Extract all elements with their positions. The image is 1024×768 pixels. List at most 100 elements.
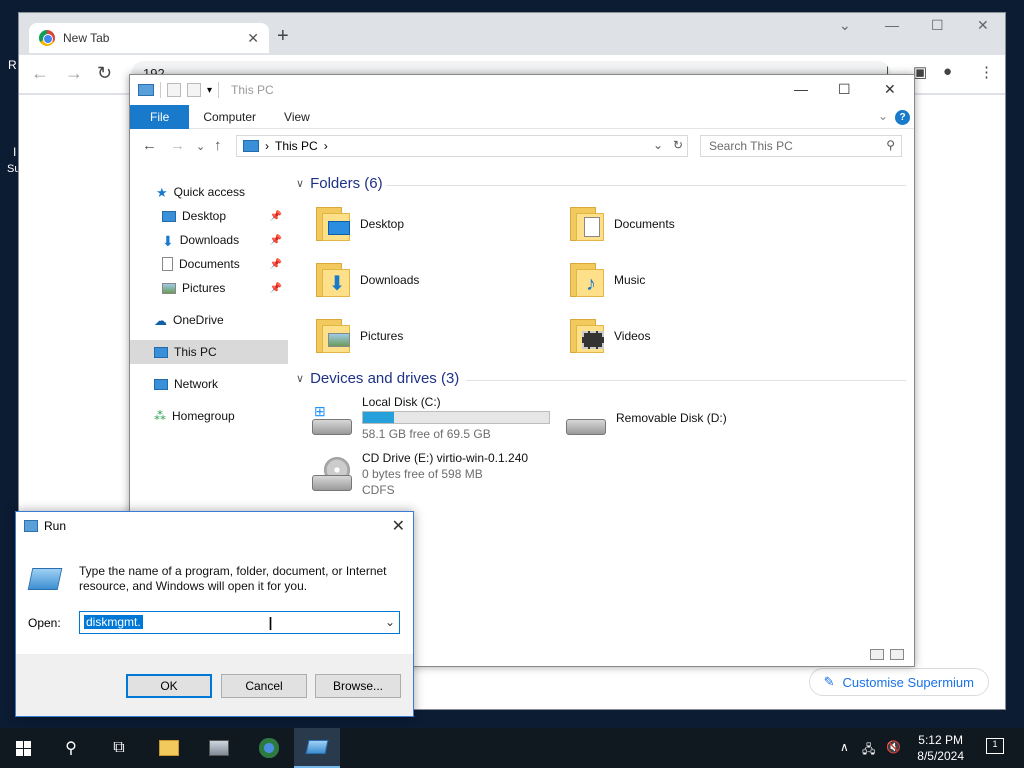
profile-icon[interactable]: ● xyxy=(943,63,952,80)
collapse-icon[interactable]: ∨ xyxy=(296,372,304,385)
pictures-folder-icon xyxy=(314,317,352,355)
taskbar-run[interactable] xyxy=(294,728,340,768)
up-icon[interactable]: ↑ xyxy=(214,137,222,154)
chevron-right-icon[interactable]: › xyxy=(265,139,269,153)
pin-icon[interactable]: 📌 xyxy=(270,235,282,246)
properties-icon[interactable] xyxy=(167,83,181,97)
nav-network[interactable]: Network xyxy=(130,372,288,396)
nav-downloads[interactable]: ⬇ Downloads 📌 xyxy=(130,228,288,252)
drive-c[interactable]: ⊞ Local Disk (C:) 58.1 GB free of 69.5 G… xyxy=(310,395,570,447)
close-tab-icon[interactable]: ✕ xyxy=(247,30,259,47)
side-panel-icon[interactable]: ▣ xyxy=(913,63,927,81)
clock-date: 8/5/2024 xyxy=(917,749,964,763)
folder-music[interactable]: ♪ Music xyxy=(568,255,808,305)
refresh-icon[interactable]: ↻ xyxy=(673,138,683,152)
nav-documents[interactable]: Documents 📌 xyxy=(130,252,288,276)
drive-d[interactable]: Removable Disk (D:) xyxy=(564,395,824,447)
folder-pictures[interactable]: Pictures xyxy=(314,311,554,361)
taskbar-browser[interactable] xyxy=(246,728,292,768)
nav-quick-access[interactable]: ★ Quick access xyxy=(130,180,288,204)
run-description: Type the name of a program, folder, docu… xyxy=(79,564,387,593)
close-button[interactable]: ✕ xyxy=(884,81,896,98)
search-icon[interactable]: ⚲ xyxy=(48,728,94,768)
reload-icon[interactable]: ↻ xyxy=(97,63,112,84)
browse-button[interactable]: Browse... xyxy=(315,674,401,698)
tab-file[interactable]: File xyxy=(130,104,190,129)
expand-ribbon-icon[interactable]: ⌄ xyxy=(878,109,888,123)
minimize-button[interactable]: — xyxy=(885,17,899,33)
search-placeholder: Search This PC xyxy=(709,139,793,153)
forward-icon[interactable]: → xyxy=(170,137,185,154)
maximize-button[interactable]: ☐ xyxy=(838,81,851,98)
address-bar[interactable]: › This PC › ⌄ ↻ xyxy=(236,135,688,157)
menu-icon[interactable]: ⋮ xyxy=(979,63,994,81)
desktop-icon xyxy=(162,210,176,222)
chevron-right-icon[interactable]: › xyxy=(324,139,328,153)
ok-button[interactable]: OK xyxy=(126,674,212,698)
nav-this-pc[interactable]: This PC xyxy=(130,340,288,364)
folder-videos[interactable]: Videos xyxy=(568,311,808,361)
clock[interactable]: 5:12 PM 8/5/2024 xyxy=(917,732,964,764)
tab-view[interactable]: View xyxy=(270,105,324,129)
show-hidden-icons-icon[interactable]: ∧ xyxy=(840,740,849,754)
close-button[interactable]: ✕ xyxy=(977,17,989,34)
customise-button[interactable]: ✎ Customise Supermium xyxy=(808,668,989,696)
breadcrumb-this-pc[interactable]: This PC xyxy=(275,139,318,153)
maximize-button[interactable]: ☐ xyxy=(931,17,944,34)
search-input[interactable]: Search This PC ⚲ xyxy=(700,135,902,157)
tab-new-tab[interactable]: New Tab ✕ xyxy=(29,23,269,53)
folder-documents[interactable]: Documents xyxy=(568,199,808,249)
tab-computer[interactable]: Computer xyxy=(189,105,270,129)
server-manager-icon xyxy=(209,740,229,756)
tab-search-icon[interactable]: ⌄ xyxy=(839,17,851,34)
task-view-icon[interactable]: ⧉ xyxy=(96,728,142,768)
drive-usage-fill xyxy=(363,412,394,423)
recent-locations-icon[interactable]: ⌄ xyxy=(196,140,205,153)
nav-label: Downloads xyxy=(179,233,240,247)
back-icon[interactable]: ← xyxy=(142,137,157,154)
folders-group-header[interactable]: ∨ Folders (6) xyxy=(296,175,906,192)
cd-drive-icon xyxy=(310,455,354,499)
pin-icon[interactable]: 📌 xyxy=(270,259,282,270)
drive-name: CD Drive (E:) virtio-win-0.1.240 xyxy=(362,451,529,465)
drive-free-space: 0 bytes free of 598 MB xyxy=(362,467,483,481)
large-icons-view-icon[interactable] xyxy=(890,649,904,660)
group-title: Folders (6) xyxy=(310,175,383,192)
chevron-down-icon[interactable]: ⌄ xyxy=(385,615,395,629)
open-combobox[interactable]: diskmgmt. ⌄ xyxy=(79,611,400,634)
volume-muted-icon[interactable]: 🔇 xyxy=(886,740,901,754)
nav-desktop[interactable]: Desktop 📌 xyxy=(130,204,288,228)
pin-icon[interactable]: 📌 xyxy=(270,283,282,294)
nav-pictures[interactable]: Pictures 📌 xyxy=(130,276,288,300)
notifications-icon[interactable]: 1 xyxy=(986,738,1004,754)
nav-homegroup[interactable]: ⁂ Homegroup xyxy=(130,404,288,428)
folder-downloads[interactable]: ⬇ Downloads xyxy=(314,255,554,305)
folder-desktop[interactable]: Desktop xyxy=(314,199,554,249)
new-tab-button[interactable]: + xyxy=(277,25,289,48)
open-value[interactable]: diskmgmt. xyxy=(84,615,143,629)
drives-group-header[interactable]: ∨ Devices and drives (3) xyxy=(296,370,906,387)
new-folder-icon[interactable] xyxy=(187,83,201,97)
back-icon[interactable]: ← xyxy=(31,63,49,84)
close-button[interactable]: ✕ xyxy=(392,516,405,536)
taskbar-server-manager[interactable] xyxy=(196,728,242,768)
nav-onedrive[interactable]: ☁ OneDrive xyxy=(130,308,288,332)
download-icon: ⬇ xyxy=(162,233,174,249)
drive-e[interactable]: CD Drive (E:) virtio-win-0.1.240 0 bytes… xyxy=(310,451,570,503)
customize-toolbar-icon[interactable]: ▾ xyxy=(207,85,212,96)
help-icon[interactable]: ? xyxy=(895,110,910,125)
address-dropdown-icon[interactable]: ⌄ xyxy=(653,138,663,152)
collapse-icon[interactable]: ∨ xyxy=(296,177,304,190)
folder-label: Pictures xyxy=(360,329,404,343)
drive-name: Local Disk (C:) xyxy=(362,395,441,409)
file-explorer-icon xyxy=(159,740,179,756)
start-button[interactable] xyxy=(0,728,46,768)
cancel-button[interactable]: Cancel xyxy=(221,674,307,698)
taskbar-file-explorer[interactable] xyxy=(146,728,192,768)
minimize-button[interactable]: — xyxy=(794,81,808,97)
pin-icon[interactable]: 📌 xyxy=(270,211,282,222)
pictures-icon xyxy=(162,282,176,294)
forward-icon[interactable]: → xyxy=(65,63,83,84)
details-view-icon[interactable] xyxy=(870,649,884,660)
network-icon[interactable]: 🖧 xyxy=(862,740,875,761)
